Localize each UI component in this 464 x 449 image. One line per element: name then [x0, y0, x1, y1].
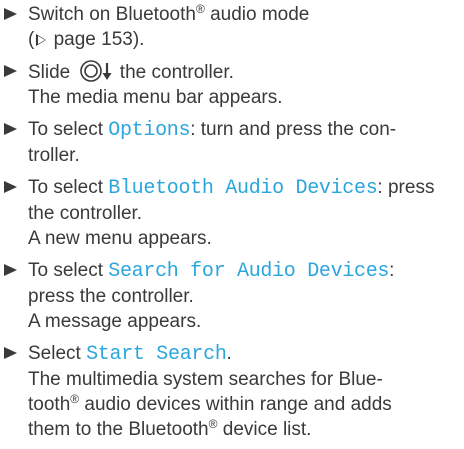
page-reference: page 153). [53, 29, 145, 50]
triangle-right-outline-icon [36, 34, 47, 46]
step-5-text-after: : [389, 260, 395, 281]
step-6-line-2: The multimedia system searches for Blue- [28, 369, 383, 390]
menu-item-start-search: Start Search [86, 343, 227, 366]
registered-mark: ® [195, 2, 205, 16]
step-6-line-1: Select Start Search. [28, 341, 464, 367]
step-6-text: Select [28, 343, 87, 364]
bullet-icon [4, 123, 17, 135]
step-3: To select Options: turn and press the co… [0, 117, 464, 168]
menu-item-bluetooth-audio-devices: Bluetooth Audio Devices [108, 177, 378, 200]
bullet-icon [4, 347, 17, 359]
step-6-line-4: them to the Bluetooth® device list. [28, 417, 464, 442]
step-3-text-after: : turn and press the con- [190, 119, 397, 140]
step-6-line-4-text: them to the Bluetooth [28, 419, 209, 440]
step-5-line-3: A message appears. [28, 311, 202, 332]
step-2: Slide the controller. The media menu bar… [0, 59, 464, 110]
step-4-line-1: To select Bluetooth Audio Devices: press [28, 175, 464, 201]
step-2-line-2: The media menu bar appears. [28, 87, 283, 108]
bullet-icon [4, 181, 17, 193]
step-2-text: Slide [28, 62, 76, 83]
menu-item-options: Options [108, 119, 191, 142]
step-6-text-after: . [226, 343, 232, 364]
step-3-line-1: To select Options: turn and press the co… [28, 117, 464, 143]
controller-slide-down-icon [79, 60, 112, 82]
step-6-line-4-after: device list. [217, 419, 312, 440]
step-1: Switch on Bluetooth® audio mode ( page 1… [0, 2, 464, 52]
step-2-text-after: the controller. [114, 62, 234, 83]
bullet-icon [4, 264, 17, 276]
bullet-icon [4, 65, 17, 77]
step-2-line-1: Slide the controller. [28, 59, 464, 85]
page-ref-open: ( [28, 29, 35, 50]
step-6: Select Start Search. The multimedia syst… [0, 341, 464, 442]
step-4: To select Bluetooth Audio Devices: press… [0, 175, 464, 251]
step-5: To select Search for Audio Devices: pres… [0, 258, 464, 334]
step-1-line-1: Switch on Bluetooth® audio mode [28, 2, 464, 27]
step-5-line-2: press the controller. [28, 286, 194, 307]
step-1-text: Switch on Bluetooth [28, 4, 196, 25]
step-1-line-2: ( page 153). [28, 27, 464, 52]
step-6-line-3-text: tooth [28, 394, 71, 415]
step-4-text-after: : press [377, 177, 435, 198]
step-1-text-after: audio mode [204, 4, 310, 25]
instruction-steps: Switch on Bluetooth® audio mode ( page 1… [0, 2, 464, 449]
menu-item-search-for-audio-devices: Search for Audio Devices [108, 260, 390, 283]
step-5-line-1: To select Search for Audio Devices: [28, 258, 464, 284]
step-4-line-2: the controller. [28, 203, 143, 224]
step-4-line-3: A new menu appears. [28, 228, 212, 249]
registered-mark: ® [70, 392, 80, 406]
step-4-text: To select [28, 177, 109, 198]
step-5-text: To select [28, 260, 109, 281]
bullet-icon [4, 8, 17, 20]
step-3-line-2: troller. [28, 145, 80, 166]
step-6-line-3-after: audio devices within range and adds [79, 394, 392, 415]
step-3-text: To select [28, 119, 109, 140]
step-6-line-3: tooth® audio devices within range and ad… [28, 392, 464, 417]
